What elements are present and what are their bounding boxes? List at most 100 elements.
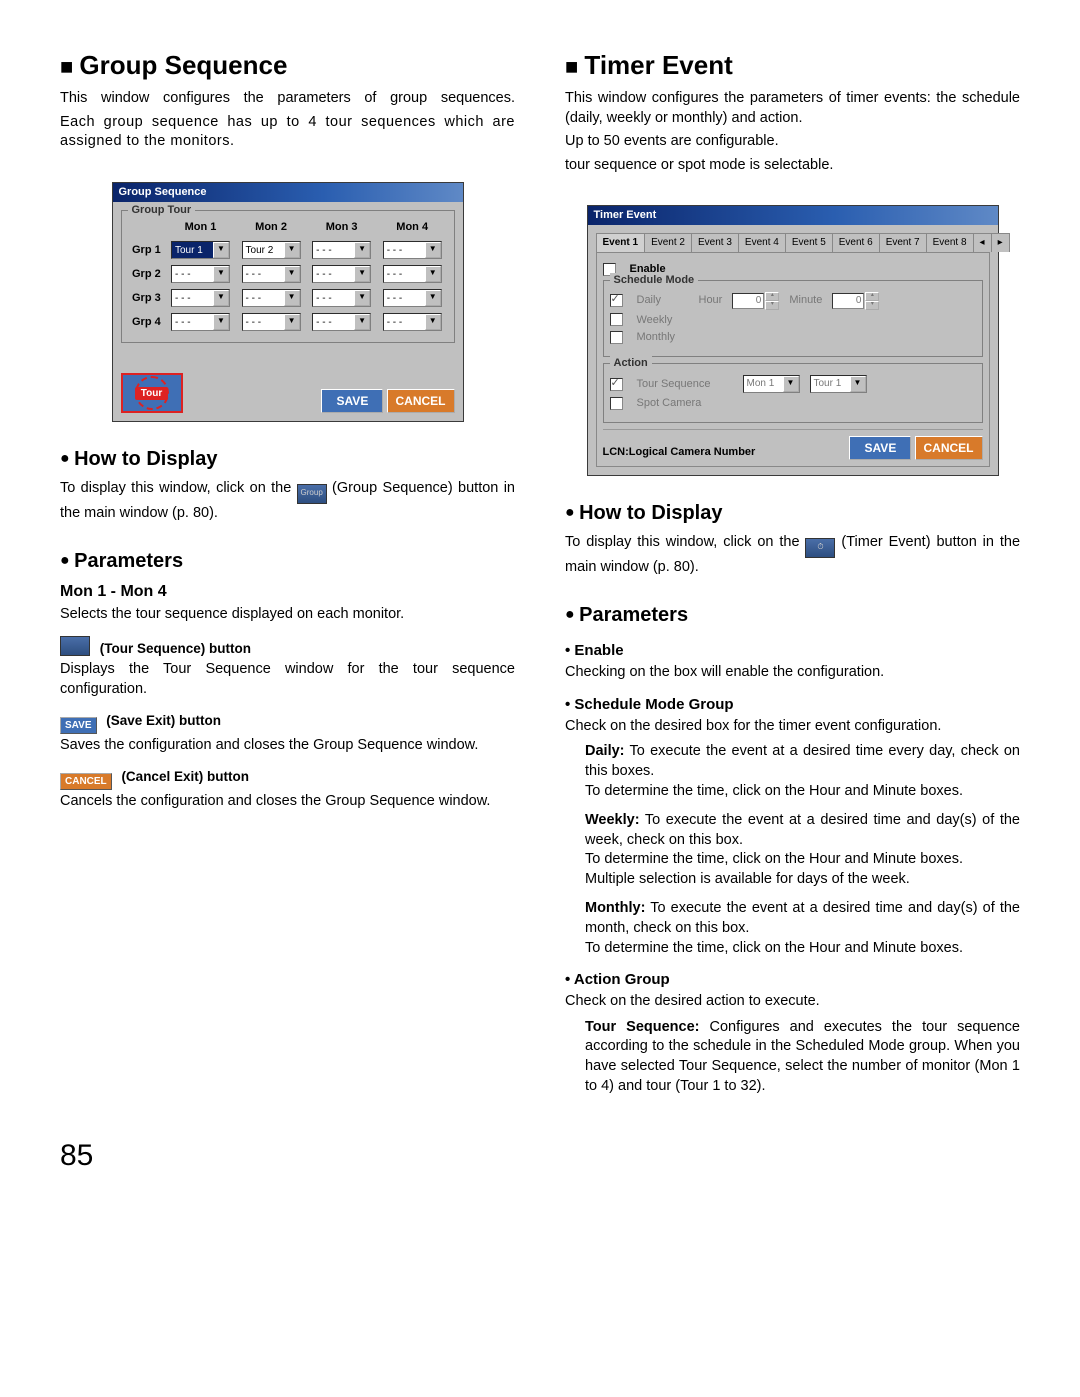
chevron-down-icon[interactable]: ▼ [213,242,229,258]
group-sequence-window: Group Sequence Group Tour Mon 1 Mon 2 Mo… [112,182,464,423]
param-save-text: Saves the configuration and closes the G… [60,736,515,756]
te-window-title: Timer Event [588,206,998,225]
chevron-down-icon[interactable]: ▼ [213,314,229,330]
save-button[interactable]: SAVE [321,389,383,413]
tab-event5[interactable]: Event 5 [785,233,833,252]
chevron-down-icon[interactable]: ▼ [425,266,441,282]
grp3-mon3-combo[interactable]: - - -▼ [312,289,371,307]
hour-spinner[interactable]: 0▴▾ [732,292,779,310]
param-mon-heading: Mon 1 - Mon 4 [60,581,515,603]
chevron-down-icon[interactable]: ▼ [425,242,441,258]
grp3-mon2-combo[interactable]: - - -▼ [242,289,301,307]
tour-button[interactable]: Tour [121,373,183,413]
chevron-down-icon[interactable]: ▼ [354,290,370,306]
te-cancel-button[interactable]: CANCEL [915,436,983,460]
tab-scroll-left[interactable]: ◂ [973,233,992,252]
monthly-checkbox[interactable] [610,331,623,344]
action-tourseq: Tour Sequence: Configures and executes t… [585,1018,1020,1096]
daily-checkbox[interactable] [610,294,623,307]
grp4-mon3-combo[interactable]: - - -▼ [312,313,371,331]
col-mon3: Mon 3 [306,219,377,239]
tab-scroll-right[interactable]: ▸ [991,233,1010,252]
tour-cycle-icon [135,376,169,410]
tab-event8[interactable]: Event 8 [926,233,974,252]
action-tour-combo[interactable]: Tour 1▼ [810,375,867,393]
grp3-mon1-combo[interactable]: - - -▼ [171,289,230,307]
tab-event6[interactable]: Event 6 [832,233,880,252]
lcn-label: LCN:Logical Camera Number [603,445,756,460]
grp4-mon1-combo[interactable]: - - -▼ [171,313,230,331]
te-params-heading: Parameters [565,602,1020,629]
chevron-down-icon[interactable]: ▼ [354,314,370,330]
chevron-down-icon: ▼ [783,376,799,392]
tab-event4[interactable]: Event 4 [738,233,786,252]
right-column: Timer Event This window configures the p… [565,48,1020,1106]
te-save-button[interactable]: SAVE [849,436,911,460]
event-tab-row: Event 1 Event 2 Event 3 Event 4 Event 5 … [596,233,990,253]
row-grp1: Grp 1 [128,238,166,262]
minute-label: Minute [789,293,822,308]
grp2-mon2-combo[interactable]: - - -▼ [242,265,301,283]
te-intro-2: Up to 50 events are configurable. [565,132,1020,152]
chevron-down-icon[interactable]: ▼ [425,290,441,306]
down-icon: ▾ [865,301,879,310]
row-grp4: Grp 4 [128,310,166,334]
group-sequence-heading: Group Sequence [60,48,515,83]
chevron-down-icon[interactable]: ▼ [284,266,300,282]
timer-event-icon: ⏱ [805,538,835,558]
te-howto-text: To display this window, click on the ⏱ (… [565,533,1020,578]
param-save-heading: SAVE (Save Exit) button [60,712,515,735]
param-action-heading: Action Group [565,970,1020,990]
chevron-down-icon[interactable]: ▼ [284,314,300,330]
grp3-mon4-combo[interactable]: - - -▼ [383,289,442,307]
tourseq-checkbox[interactable] [610,378,623,391]
tab-event7[interactable]: Event 7 [879,233,927,252]
chevron-down-icon[interactable]: ▼ [284,290,300,306]
chevron-down-icon[interactable]: ▼ [213,266,229,282]
sched-list: Daily: To execute the event at a desired… [565,742,1020,958]
param-sched-text: Check on the desired box for the timer e… [565,717,1020,737]
grp2-mon1-combo[interactable]: - - -▼ [171,265,230,283]
cancel-button[interactable]: CANCEL [387,389,455,413]
group-tour-box: Group Tour Mon 1 Mon 2 Mon 3 Mon 4 Grp 1… [121,210,455,344]
tab-event3[interactable]: Event 3 [691,233,739,252]
sched-monthly: Monthly: To execute the event at a desir… [585,899,1020,958]
weekly-checkbox[interactable] [610,313,623,326]
chevron-down-icon[interactable]: ▼ [354,266,370,282]
tour-sequence-icon [60,636,90,656]
row-grp3: Grp 3 [128,286,166,310]
sched-daily: Daily: To execute the event at a desired… [585,742,1020,801]
chevron-down-icon[interactable]: ▼ [354,242,370,258]
left-column: Group Sequence This window configures th… [60,48,515,1106]
grp4-mon2-combo[interactable]: - - -▼ [242,313,301,331]
te-intro-1: This window configures the parameters of… [565,89,1020,128]
grp1-mon2-combo[interactable]: Tour 2▼ [242,241,301,259]
grp1-mon3-combo[interactable]: - - -▼ [312,241,371,259]
row-grp2: Grp 2 [128,262,166,286]
chevron-down-icon: ▼ [850,376,866,392]
action-box: Action Tour Sequence Mon 1▼ Tour 1▼ Spot… [603,363,983,423]
param-cancel-heading: CANCEL (Cancel Exit) button [60,768,515,791]
tab-event1[interactable]: Event 1 [596,233,646,252]
param-mon-text: Selects the tour sequence displayed on e… [60,605,515,625]
grp2-mon4-combo[interactable]: - - -▼ [383,265,442,283]
action-list: Tour Sequence: Configures and executes t… [565,1018,1020,1096]
chevron-down-icon[interactable]: ▼ [425,314,441,330]
tourseq-label: Tour Sequence [637,377,733,392]
gs-howto-text: To display this window, click on the Gro… [60,479,515,524]
spot-checkbox[interactable] [610,397,623,410]
sched-weekly: Weekly: To execute the event at a desire… [585,811,1020,889]
grp1-mon1-combo[interactable]: Tour 1▼ [171,241,230,259]
page-number: 85 [0,1126,1080,1217]
chevron-down-icon[interactable]: ▼ [284,242,300,258]
save-mini-icon: SAVE [60,717,97,735]
te-intro-3: tour sequence or spot mode is selectable… [565,156,1020,176]
grp2-mon3-combo[interactable]: - - -▼ [312,265,371,283]
minute-spinner[interactable]: 0▴▾ [832,292,879,310]
chevron-down-icon[interactable]: ▼ [213,290,229,306]
timer-event-window: Timer Event Event 1 Event 2 Event 3 Even… [587,205,999,476]
grp1-mon4-combo[interactable]: - - -▼ [383,241,442,259]
grp4-mon4-combo[interactable]: - - -▼ [383,313,442,331]
tab-event2[interactable]: Event 2 [644,233,692,252]
action-mon-combo[interactable]: Mon 1▼ [743,375,800,393]
